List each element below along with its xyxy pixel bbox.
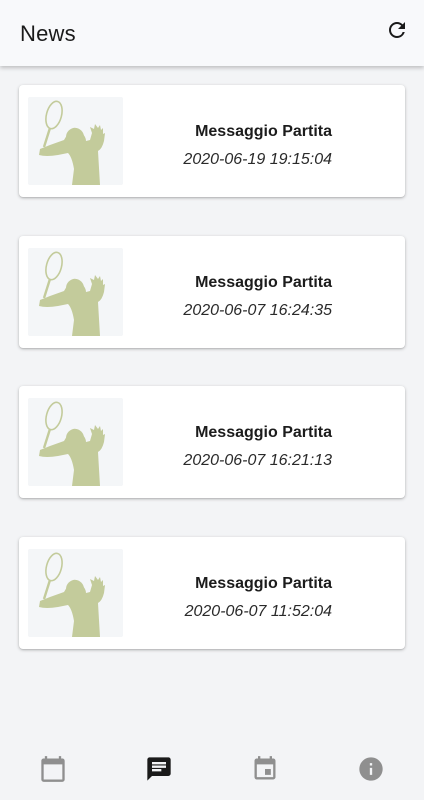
news-thumbnail	[28, 248, 123, 336]
news-card[interactable]: Messaggio Partita 2020-06-07 16:24:35	[19, 236, 405, 348]
news-card[interactable]: Messaggio Partita 2020-06-07 11:52:04	[19, 537, 405, 649]
news-title: Messaggio Partita	[195, 575, 332, 592]
app-bar: News	[0, 0, 424, 66]
nav-info-button[interactable]	[318, 742, 424, 800]
tennis-player-icon	[39, 100, 105, 185]
nav-event-button[interactable]	[212, 742, 318, 800]
info-icon	[357, 755, 385, 788]
tennis-player-icon	[39, 552, 105, 637]
bottom-nav	[0, 742, 424, 800]
nav-news-button[interactable]	[106, 742, 212, 800]
news-date: 2020-06-07 16:21:13	[183, 452, 332, 469]
news-title: Messaggio Partita	[195, 424, 332, 441]
news-date: 2020-06-07 16:24:35	[183, 302, 332, 319]
news-card[interactable]: Messaggio Partita 2020-06-19 19:15:04	[19, 85, 405, 197]
news-thumbnail	[28, 97, 123, 185]
news-date: 2020-06-07 11:52:04	[184, 603, 332, 620]
tennis-player-icon	[39, 401, 105, 486]
news-title: Messaggio Partita	[195, 274, 332, 291]
event-icon	[251, 755, 279, 788]
refresh-icon	[385, 18, 409, 47]
refresh-button[interactable]	[384, 19, 410, 45]
nav-calendar-button[interactable]	[0, 742, 106, 800]
news-date: 2020-06-19 19:15:04	[183, 151, 332, 168]
message-icon	[145, 755, 173, 788]
calendar-icon	[39, 755, 67, 788]
tennis-player-icon	[39, 251, 105, 336]
news-title: Messaggio Partita	[195, 123, 332, 140]
news-thumbnail	[28, 398, 123, 486]
news-card[interactable]: Messaggio Partita 2020-06-07 16:21:13	[19, 386, 405, 498]
news-thumbnail	[28, 549, 123, 637]
page-title: News	[20, 21, 76, 46]
